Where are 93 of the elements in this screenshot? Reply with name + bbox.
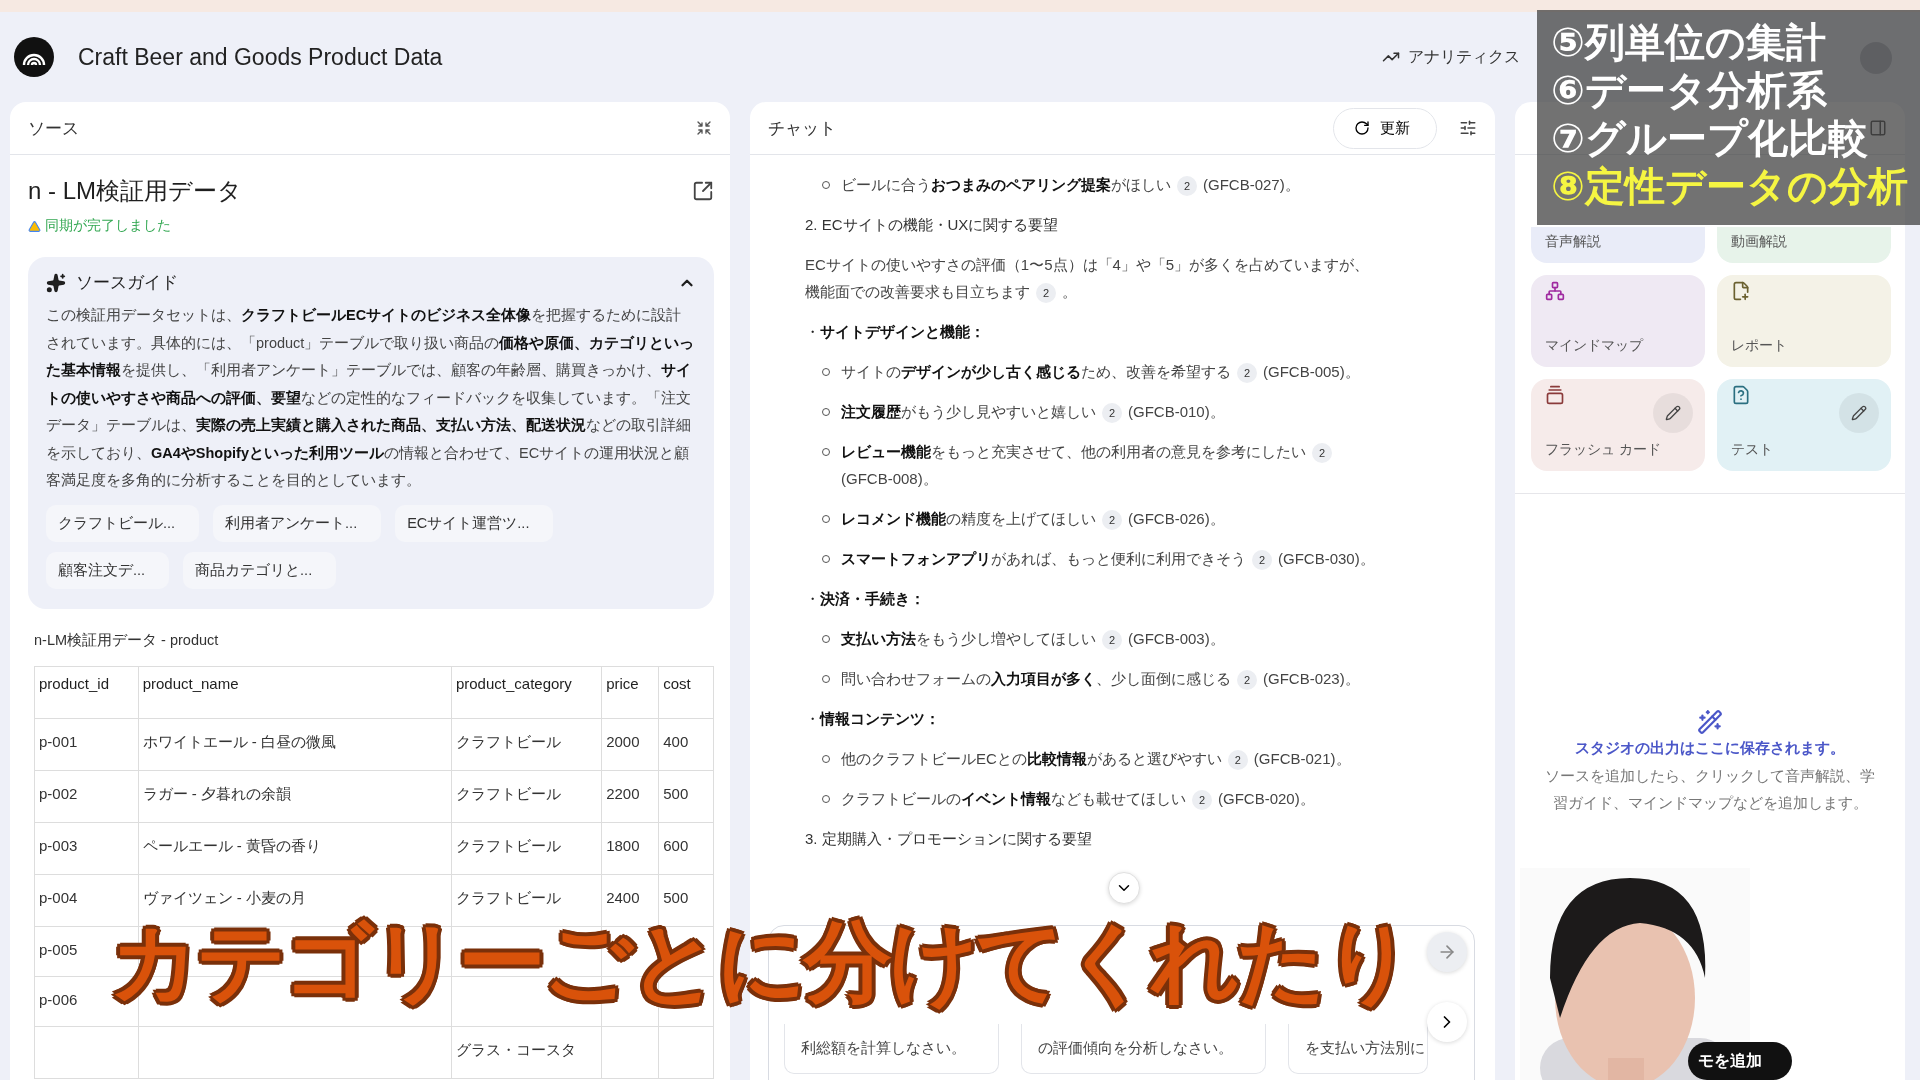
topic-chip[interactable]: 利用者アンケート...: [213, 504, 382, 542]
pencil-icon: [1851, 405, 1867, 421]
table-cell: 500: [658, 770, 714, 822]
refresh-button[interactable]: 更新: [1333, 107, 1437, 149]
guide-summary: この検証用データセットは、クラフトビールECサイトのビジネス全体像を把握するために設計されています。具体的には、「product」テーブルで取り扱い商品の価格や原価、カテゴリといった基本情報を提供し、「利用者アンケート」テーブルでは、顧客の年齢層、購買きっかけ、サイトの使いやすさや商品への評価、要望などの定性的なフィードバックを収集しています。「注文データ」テーブルは、実際の売上実績と購入された商品、支払い方法、配送状況などの取引詳細を示しており、GA4やShopifyといった利用ツールの情報と合わせて、ECサイトの運用状況と顧客満足度を多角的に分析することを目的としています。: [46, 306, 696, 490]
table-cell: p-001: [34, 718, 139, 770]
table-cell: 600: [658, 822, 714, 874]
table-cell: p-004: [34, 874, 139, 926]
document-plus-icon: [1731, 281, 1751, 301]
list-item: サイトのデザインが少し古く感じるため、改善を希望する 2 (GFCB-005)。: [805, 358, 1377, 385]
magic-wand-icon: [1697, 709, 1723, 735]
section-heading: ・決済・手続き：: [805, 589, 926, 609]
topic-chip[interactable]: クラフトビール...: [46, 504, 200, 542]
list-item: レビュー機能をもっと充実させて、他の利用者の意見を参考にしたい 2 (GFCB-008)。: [805, 438, 1377, 492]
network-icon: [1545, 281, 1565, 301]
table-cell: クラフトビール: [451, 874, 602, 926]
list-item: 他のクラフトビールECとの比較情報があると選びやすい 2 (GFCB-021)。: [805, 745, 1377, 772]
panel-title: ソース: [28, 117, 80, 140]
refresh-icon: [1354, 120, 1370, 136]
source-title: n - LM検証用データ: [28, 176, 242, 206]
column-header: price: [601, 666, 659, 718]
tile-label: 動画解説: [1731, 233, 1788, 251]
guide-title: ソースガイド: [76, 272, 179, 294]
table-cell: ホワイトエール - 白昼の微風: [138, 718, 452, 770]
triangle-icon: [28, 219, 41, 233]
edit-button[interactable]: [1839, 393, 1879, 433]
table-cell: ペールエール - 黄昏の香り: [138, 822, 452, 874]
list-item: 注文履歴がもう少し見やすいと嬉しい 2 (GFCB-010)。: [805, 398, 1377, 425]
overlay-line: ⑥データ分析系: [1551, 67, 1827, 114]
table-cell: クラフトビール: [451, 718, 602, 770]
topic-chip[interactable]: 顧客注文デ...: [46, 551, 170, 589]
table-cell: 2400: [601, 874, 659, 926]
table-cell: 2200: [601, 770, 659, 822]
add-note-button[interactable]: モを追加: [1688, 1042, 1792, 1080]
section-heading: ・情報コンテンツ：: [805, 709, 941, 729]
table-cell: ラガー - 夕暮れの余韻: [138, 770, 452, 822]
table-cell: p-003: [34, 822, 139, 874]
suggestion-card[interactable]: 利総額を計算しなさい。: [784, 1024, 999, 1074]
heading: 3. 定期購入・プロモーションに関する要望: [805, 829, 1093, 849]
suggestion-card[interactable]: の評価傾向を分析しなさい。: [1021, 1024, 1266, 1074]
column-header: product_id: [34, 666, 139, 718]
table-cell: クラフトビール: [451, 822, 602, 874]
overlay-line: ⑧定性データの分析: [1551, 163, 1908, 210]
studio-tile[interactable]: レポート: [1717, 275, 1891, 367]
tile-label: マインドマップ: [1545, 337, 1645, 355]
edit-button[interactable]: [1653, 393, 1693, 433]
table-cell: 1800: [601, 822, 659, 874]
stacked-cards-icon: [1545, 385, 1565, 405]
topic-chip[interactable]: ECサイト運営ツ...: [395, 504, 554, 542]
empty-description: ソースを追加したら、クリックして音声解説、学習ガイド、マインドマップなどを追加します。: [1544, 766, 1876, 813]
topic-chip[interactable]: 商品カテゴリと...: [183, 551, 337, 589]
pencil-icon: [1665, 405, 1681, 421]
sparkle-icon: [46, 272, 66, 293]
column-header: product_name: [138, 666, 452, 718]
overlay-line: ⑦グループ化比較: [1551, 115, 1868, 162]
list-item: クラフトビールのイベント情報なども載せてほしい 2 (GFCB-020)。: [805, 785, 1377, 812]
tile-label: レポート: [1731, 337, 1788, 355]
table-cell: p-002: [34, 770, 139, 822]
list-item: スマートフォンアプリがあれば、もっと便利に利用できそう 2 (GFCB-030)。: [805, 545, 1377, 572]
settings-icon[interactable]: [1459, 119, 1477, 137]
list-item: レコメンド機能の精度を上げてほしい 2 (GFCB-026)。: [805, 505, 1377, 532]
column-header: cost: [658, 666, 714, 718]
paragraph: ECサイトの使いやすさの評価（1〜5点）は「4」や「5」が多くを占めていますが、機能面での改善要求も目立ちます 2 。: [805, 251, 1377, 305]
notebook-title: Craft Beer and Goods Product Data: [78, 43, 443, 71]
studio-tile[interactable]: マインドマップ: [1531, 275, 1705, 367]
list-item: 問い合わせフォームの入力項目が多く、少し面倒に感じる 2 (GFCB-023)。: [805, 665, 1377, 692]
tile-label: 音声解説: [1545, 233, 1602, 251]
question-document-icon: [1731, 385, 1751, 405]
studio-tile[interactable]: 音声解説: [1531, 227, 1705, 263]
analytics-button[interactable]: アナリティクス: [1376, 45, 1526, 69]
column-header: product_category: [451, 666, 602, 718]
heading: 2. ECサイトの機能・UXに関する要望: [805, 215, 1060, 235]
list-item: ビールに合うおつまみのペアリング提案がほしい 2 (GFCB-027)。: [805, 171, 1377, 198]
empty-title: スタジオの出力はここに保存されます。: [1575, 739, 1845, 758]
section-heading: ・サイトデザインと機能：: [805, 322, 986, 342]
panel-title: チャット: [768, 117, 837, 140]
list-item: 支払い方法をもう少し増やしてほしい 2 (GFCB-003)。: [805, 625, 1377, 652]
table-cell: 2000: [601, 718, 659, 770]
studio-tile[interactable]: フラッシュ カード: [1531, 379, 1705, 471]
logo-icon: [14, 37, 54, 77]
tile-label: フラッシュ カード: [1545, 441, 1662, 459]
suggestion-card[interactable]: を支払い方法別に: [1288, 1024, 1428, 1074]
sync-status: 同期が完了しました: [45, 217, 171, 235]
table-cell: 400: [658, 718, 714, 770]
table-caption: n-LM検証用データ - product: [34, 630, 220, 650]
open-external-icon[interactable]: [692, 180, 714, 202]
tile-label: テスト: [1731, 441, 1774, 459]
collapse-icon[interactable]: [696, 120, 712, 136]
overlay-line: ⑤列単位の集計: [1551, 19, 1826, 66]
table-cell: クラフトビール: [451, 770, 602, 822]
studio-tile[interactable]: 動画解説: [1717, 227, 1891, 263]
table-cell: グラス・コースタ: [451, 1026, 602, 1078]
studio-tile[interactable]: テスト: [1717, 379, 1891, 471]
